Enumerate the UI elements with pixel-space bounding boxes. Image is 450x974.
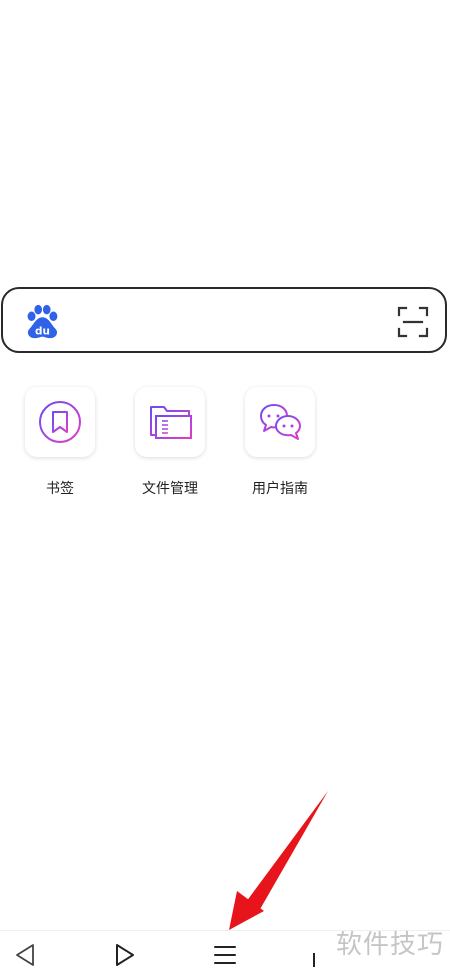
shortcut-label: 文件管理 [142,481,198,497]
chat-bubbles-icon [260,404,301,440]
folder-icon [150,406,192,439]
bookmark-icon [39,401,81,443]
tabs-icon[interactable] [300,941,328,969]
shortcut-tile[interactable] [25,387,95,457]
menu-icon[interactable] [211,941,239,969]
shortcut-label: 书签 [46,481,74,497]
shortcut-label: 用户指南 [252,481,308,497]
svg-text:du: du [35,325,50,337]
back-icon[interactable] [11,941,39,969]
bottom-navigation-bar [0,930,450,974]
search-input[interactable] [71,299,385,345]
browser-home-page: du 书签 文件管理 用户指南 软件技巧 [0,0,450,974]
scan-icon[interactable] [397,306,429,338]
shortcut-file-manager[interactable]: 文件管理 [115,387,225,502]
shortcut-bookmarks[interactable]: 书签 [5,387,115,502]
shortcut-tile[interactable] [245,387,315,457]
search-bar[interactable]: du [1,287,447,353]
shortcut-tile[interactable] [135,387,205,457]
shortcut-user-guide[interactable]: 用户指南 [225,387,335,502]
baidu-logo-icon[interactable]: du [23,303,61,341]
shortcut-grid: 书签 文件管理 用户指南 [0,387,450,507]
forward-icon[interactable] [111,941,139,969]
